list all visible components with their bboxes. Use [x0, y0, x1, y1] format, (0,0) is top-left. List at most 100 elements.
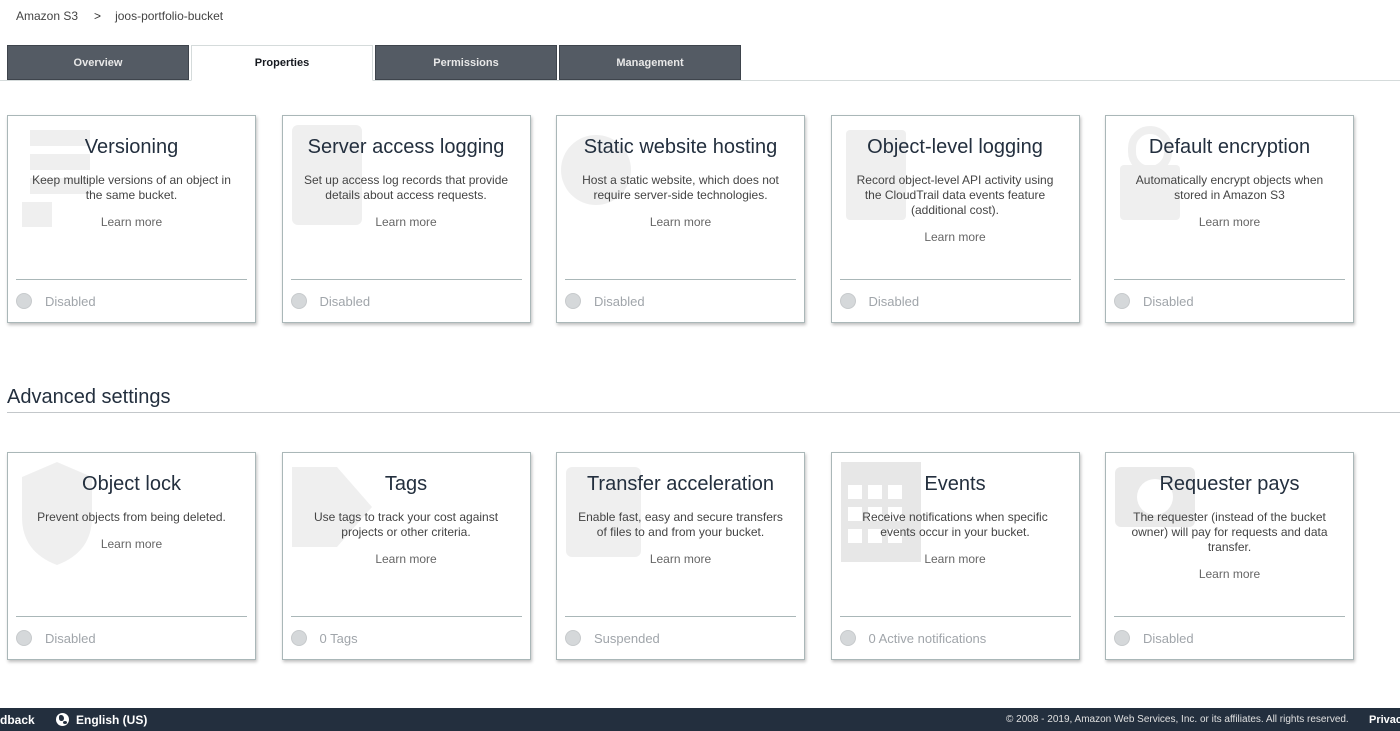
status-dot-icon: [839, 293, 856, 309]
card-description: Keep multiple versions of an object in t…: [32, 173, 231, 202]
card-divider: [290, 616, 522, 617]
default-encryption-card[interactable]: Default encryption Automatically encrypt…: [1105, 115, 1354, 323]
learn-more-link[interactable]: Learn more: [832, 552, 1079, 566]
tab-overview[interactable]: Overview: [7, 45, 189, 80]
card-status: Disabled: [565, 293, 645, 309]
card-description: Prevent objects from being deleted.: [37, 510, 226, 524]
card-status: Disabled: [16, 630, 96, 646]
status-dot-icon: [16, 630, 32, 646]
card-status: Disabled: [16, 293, 96, 309]
card-title: Server access logging: [307, 136, 505, 158]
card-title: Versioning: [84, 136, 179, 158]
card-status: Disabled: [1114, 630, 1194, 646]
chevron-right-icon: >: [94, 9, 102, 23]
learn-more-link[interactable]: Learn more: [283, 215, 530, 229]
card-description: Automatically encrypt objects when store…: [1135, 173, 1324, 202]
learn-more-link[interactable]: Learn more: [8, 215, 255, 229]
status-text: 0 Tags: [319, 630, 358, 646]
status-dot-icon: [16, 293, 32, 309]
status-text: Suspended: [594, 630, 660, 646]
card-status: 0 Active notifications: [839, 630, 987, 646]
breadcrumb-current: joos-portfolio-bucket: [115, 9, 224, 23]
status-dot-icon: [565, 293, 581, 309]
card-status: Disabled: [1114, 293, 1194, 309]
card-status: Disabled: [839, 293, 920, 309]
card-title: Object-level logging: [867, 136, 1043, 158]
card-divider: [839, 616, 1071, 617]
object-lock-card[interactable]: Object lock Prevent objects from being d…: [7, 452, 256, 660]
card-title: Tags: [384, 473, 428, 495]
tags-card[interactable]: Tags Use tags to track your cost against…: [281, 452, 531, 660]
card-description: Set up access log records that provide d…: [303, 173, 509, 202]
status-dot-icon: [1114, 293, 1130, 309]
tab-properties[interactable]: Properties: [191, 45, 373, 81]
tab-permissions[interactable]: Permissions: [375, 45, 557, 80]
card-divider: [16, 616, 247, 617]
card-divider: [1114, 616, 1345, 617]
privacy-link[interactable]: Privacy: [1369, 714, 1400, 726]
learn-more-link[interactable]: Learn more: [283, 552, 530, 566]
card-description: Record object-level API activity using t…: [856, 173, 1054, 217]
events-card[interactable]: Events Receive notifications when specif…: [830, 452, 1080, 660]
learn-more-link[interactable]: Learn more: [8, 537, 255, 551]
card-description: Host a static website, which does not re…: [582, 173, 779, 202]
properties-cards: Versioning Keep multiple versions of an …: [7, 115, 1380, 323]
card-description: Receive notifications when specific even…: [862, 510, 1048, 539]
status-dot-icon: [290, 293, 307, 309]
card-status: 0 Tags: [290, 630, 358, 646]
card-description: The requester (instead of the bucket own…: [1131, 510, 1328, 554]
learn-more-link[interactable]: Learn more: [557, 215, 804, 229]
card-title: Requester pays: [1159, 473, 1300, 495]
learn-more-link[interactable]: Learn more: [832, 230, 1079, 244]
status-dot-icon: [1114, 630, 1130, 646]
transfer-acceleration-card[interactable]: Transfer acceleration Enable fast, easy …: [556, 452, 805, 660]
object-level-logging-card[interactable]: Object-level logging Record object-level…: [830, 115, 1080, 323]
status-text: 0 Active notifications: [868, 630, 987, 646]
card-divider: [565, 616, 796, 617]
card-status: Suspended: [565, 630, 660, 646]
card-title: Transfer acceleration: [586, 473, 775, 495]
breadcrumb: Amazon S3 > joos-portfolio-bucket: [16, 8, 223, 24]
status-text: Disabled: [868, 293, 920, 309]
versioning-card[interactable]: Versioning Keep multiple versions of an …: [7, 115, 256, 323]
status-dot-icon: [565, 630, 581, 646]
advanced-settings-divider: [7, 412, 1400, 413]
learn-more-link[interactable]: Learn more: [1106, 567, 1353, 581]
status-dot-icon: [290, 630, 307, 646]
globe-icon: [56, 713, 69, 726]
card-divider: [290, 279, 522, 280]
learn-more-link[interactable]: Learn more: [557, 552, 804, 566]
status-text: Disabled: [45, 630, 96, 646]
card-divider: [16, 279, 247, 280]
learn-more-link[interactable]: Learn more: [1106, 215, 1353, 229]
feedback-link[interactable]: dback: [0, 713, 35, 727]
status-text: Disabled: [594, 293, 645, 309]
server-access-logging-card[interactable]: Server access logging Set up access log …: [281, 115, 531, 323]
copyright-text: © 2008 - 2019, Amazon Web Services, Inc.…: [1006, 714, 1349, 725]
card-title: Static website hosting: [583, 136, 778, 158]
tab-management[interactable]: Management: [559, 45, 741, 80]
card-divider: [565, 279, 796, 280]
status-dot-icon: [839, 630, 856, 646]
footer: dback English (US) © 2008 - 2019, Amazon…: [0, 708, 1400, 731]
status-text: Disabled: [1143, 630, 1194, 646]
card-title: Object lock: [82, 473, 181, 495]
breadcrumb-root-link[interactable]: Amazon S3: [16, 9, 78, 23]
card-divider: [1114, 279, 1345, 280]
static-website-hosting-card[interactable]: Static website hosting Host a static web…: [556, 115, 805, 323]
card-title: Default encryption: [1148, 136, 1311, 158]
status-text: Disabled: [319, 293, 371, 309]
language-selector[interactable]: English (US): [56, 713, 147, 727]
advanced-settings-heading: Advanced settings: [7, 386, 171, 408]
advanced-cards: Object lock Prevent objects from being d…: [7, 452, 1380, 660]
status-text: Disabled: [1143, 293, 1194, 309]
tab-bar: Overview Properties Permissions Manageme…: [7, 45, 743, 81]
card-description: Use tags to track your cost against proj…: [313, 510, 499, 539]
card-description: Enable fast, easy and secure transfers o…: [578, 510, 783, 539]
requester-pays-card[interactable]: Requester pays The requester (instead of…: [1105, 452, 1354, 660]
card-status: Disabled: [290, 293, 371, 309]
card-title: Events: [924, 473, 986, 495]
language-label: English (US): [76, 712, 148, 727]
card-divider: [839, 279, 1071, 280]
status-text: Disabled: [45, 293, 96, 309]
